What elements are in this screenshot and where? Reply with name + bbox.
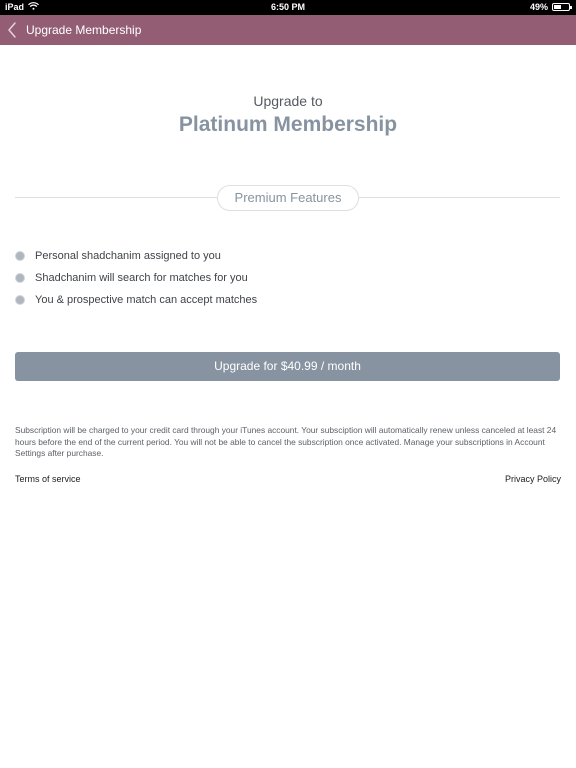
subscription-disclaimer: Subscription will be charged to your cre…	[15, 425, 557, 458]
status-right: 49%	[529, 2, 572, 12]
feature-list: Personal shadchanim assigned to you Shad…	[15, 245, 257, 311]
bullet-icon	[15, 273, 25, 283]
bullet-icon	[15, 295, 25, 305]
feature-item: Shadchanim will search for matches for y…	[15, 267, 257, 289]
feature-item: Personal shadchanim assigned to you	[15, 245, 257, 267]
privacy-policy-link[interactable]: Privacy Policy	[505, 474, 561, 484]
nav-bar: Upgrade Membership	[0, 15, 576, 45]
bullet-icon	[15, 251, 25, 261]
page-title: Upgrade Membership	[26, 23, 142, 37]
battery-icon	[552, 3, 572, 11]
features-section-label: Premium Features	[217, 185, 359, 211]
terms-of-service-link[interactable]: Terms of service	[15, 474, 81, 484]
feature-label: Personal shadchanim assigned to you	[35, 250, 221, 262]
upgrade-button[interactable]: Upgrade for $40.99 / month	[15, 352, 560, 381]
battery-fill	[554, 5, 561, 9]
status-bar: iPad 6:50 PM 49%	[0, 0, 576, 15]
back-button[interactable]: Upgrade Membership	[6, 20, 141, 40]
upgrade-to-label: Upgrade to	[253, 93, 323, 109]
feature-item: You & prospective match can accept match…	[15, 289, 257, 311]
chevron-left-icon	[8, 22, 16, 38]
battery-percent: 49%	[529, 2, 548, 12]
feature-label: You & prospective match can accept match…	[35, 294, 258, 306]
plan-title: Platinum Membership	[178, 113, 398, 136]
feature-label: Shadchanim will search for matches for y…	[35, 272, 248, 284]
status-time: 6:50 PM	[270, 2, 305, 12]
